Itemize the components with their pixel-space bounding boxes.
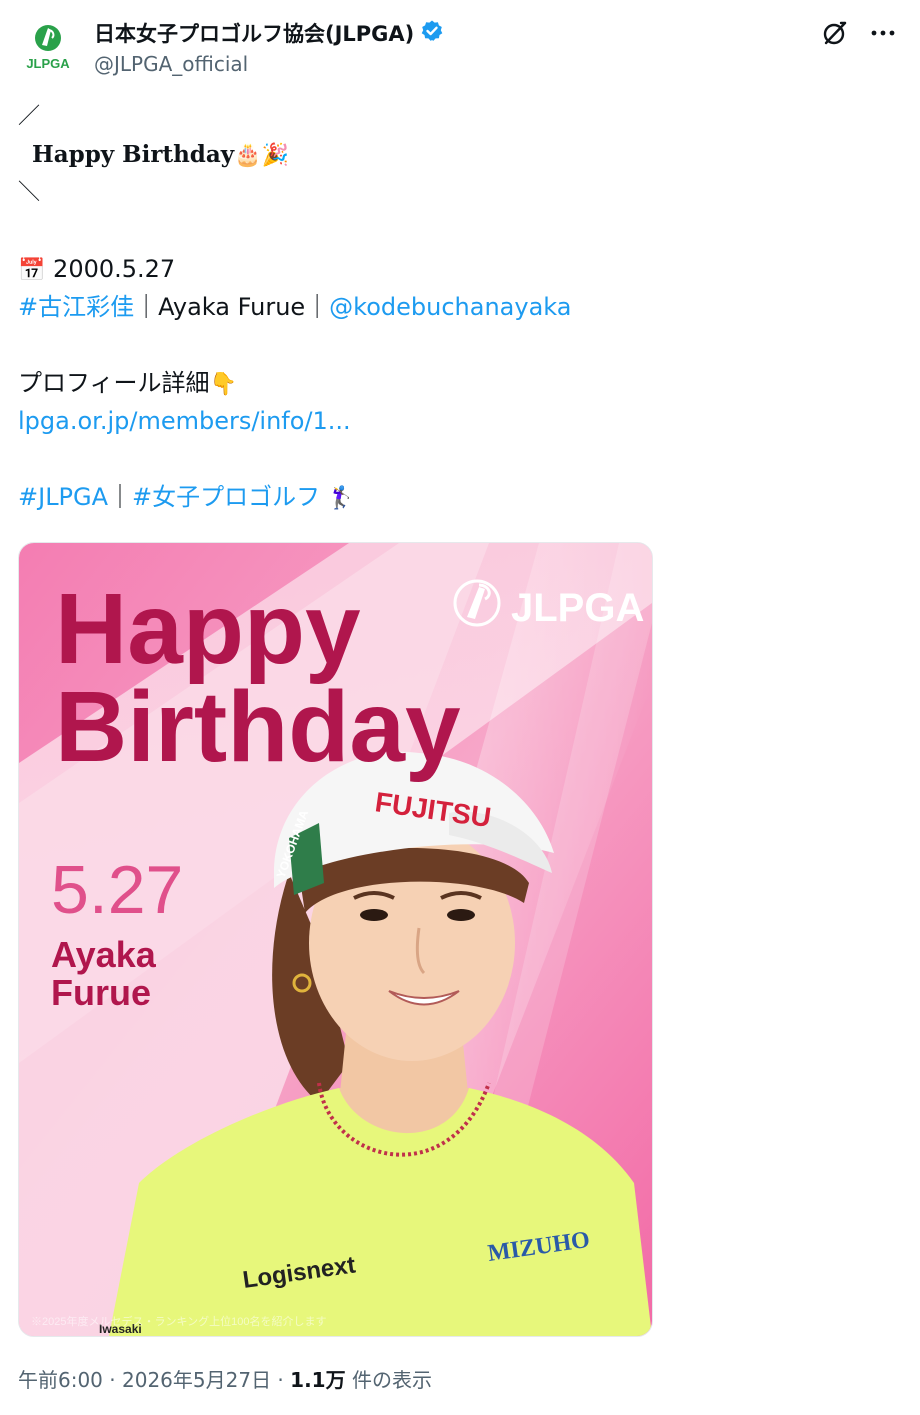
golfer-emoji: 🏌️‍♀️ <box>327 486 356 511</box>
hashtags-line: #JLPGA｜#女子プロゴルフ 🏌️‍♀️ <box>18 478 898 516</box>
headline-line: Happy Birthday🎂🎉 <box>18 136 898 174</box>
post-actions <box>820 18 898 48</box>
calendar-emoji: 📅 <box>18 258 46 283</box>
logo-text: JLPGA <box>511 586 644 630</box>
profile-label: プロフィール詳細 <box>18 369 210 397</box>
hashtag-player[interactable]: #古江彩佳 <box>18 293 134 321</box>
author-name[interactable]: 日本女子プロゴルフ協会(JLPGA) <box>94 18 414 48</box>
meta-separator: · <box>102 1368 122 1392</box>
slash-close: ＼ <box>18 180 41 205</box>
media-footnote: ※2025年度メルセデス・ランキング上位100名を紹介します <box>31 1314 327 1328</box>
avatar-text: JLPGA <box>26 56 70 71</box>
profile-line: プロフィール詳細👇 <box>18 364 898 402</box>
profile-link[interactable]: lpga.or.jp/members/info/1... <box>18 402 898 440</box>
post-date[interactable]: 2026年5月27日 <box>122 1368 271 1392</box>
pointing-down-emoji: 👇 <box>209 372 237 397</box>
author-avatar[interactable]: JLPGA <box>18 16 78 76</box>
player-name-text: ｜Ayaka Furue｜ <box>134 293 330 321</box>
cake-party-emoji: 🎂🎉 <box>234 142 289 168</box>
verified-badge-icon <box>420 19 444 47</box>
jlpga-logo-icon: JLPGA <box>26 25 70 71</box>
hashtag-separator: ｜ <box>108 483 133 511</box>
view-label: 件の表示 <box>345 1368 432 1392</box>
birthday-image[interactable]: JLPGA FUJITSU YOKOHAMA Logisnext MIZUHO … <box>18 542 653 1337</box>
post-meta: 午前6:00 · 2026年5月27日 · 1.1万 件の表示 <box>18 1364 432 1393</box>
author-handle[interactable]: @JLPGA_official <box>94 52 444 76</box>
name-line: #古江彩佳｜Ayaka Furue｜@kodebuchanayaka <box>18 288 898 326</box>
birth-date: 2000.5.27 <box>53 255 176 283</box>
tweet-text: ／ Happy Birthday🎂🎉 ＼ 📅 2000.5.27 #古江彩佳｜A… <box>18 98 898 516</box>
headline-text: Happy Birthday <box>32 141 235 168</box>
media-date: 5.27 <box>51 852 183 928</box>
media-title-line1: Happy <box>55 573 361 685</box>
media-player-first: Ayaka <box>51 934 157 975</box>
birthday-graphic: JLPGA FUJITSU YOKOHAMA Logisnext MIZUHO … <box>19 543 652 1336</box>
mention-link[interactable]: @kodebuchanayaka <box>329 293 571 321</box>
slash-open: ／ <box>18 104 41 129</box>
meta-separator: · <box>271 1368 291 1392</box>
view-count: 1.1万 <box>290 1368 346 1392</box>
author-block: 日本女子プロゴルフ協会(JLPGA) @JLPGA_official <box>94 18 444 76</box>
hashtag-golf[interactable]: #女子プロゴルフ <box>132 483 320 511</box>
grok-icon[interactable] <box>820 18 850 48</box>
post-time[interactable]: 午前6:00 <box>18 1368 103 1392</box>
media-title-line2: Birthday <box>55 671 461 783</box>
hashtag-jlpga[interactable]: #JLPGA <box>18 483 108 511</box>
more-options-icon[interactable] <box>868 18 898 48</box>
date-line: 📅 2000.5.27 <box>18 250 898 288</box>
media-player-last: Furue <box>51 972 151 1013</box>
